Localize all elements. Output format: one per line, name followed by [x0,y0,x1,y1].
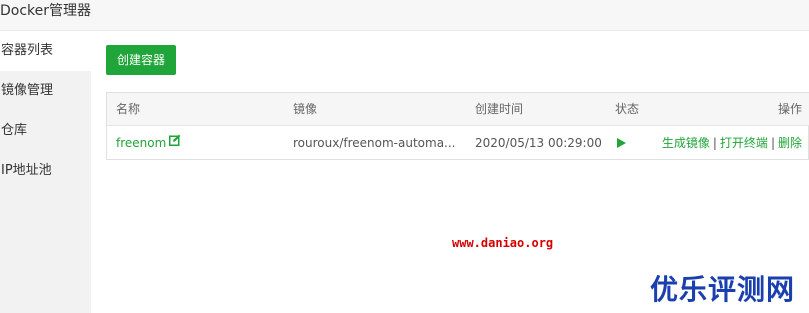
delete-link[interactable]: 删除 [778,136,802,150]
container-name-link[interactable]: freenom [116,136,166,150]
app-title: Docker管理器 [0,3,92,19]
generate-image-link[interactable]: 生成镜像 [662,136,710,150]
table-row: freenom rouroux/freenom-automa... 2020/0… [107,126,809,160]
column-header-image: 镜像 [293,102,318,116]
watermark-url: www.daniao.org [452,236,554,250]
sidebar-item-ip-pool[interactable]: IP地址池 [0,151,91,191]
column-header-created: 创建时间 [475,102,524,116]
row-actions: 生成镜像 | 打开终端 | 删除 [662,126,802,160]
action-separator: | [712,136,717,150]
container-image-cell: rouroux/freenom-automa... [293,136,456,150]
edit-icon[interactable] [169,125,181,159]
action-separator: | [770,136,775,150]
create-container-button[interactable]: 创建容器 [106,45,176,75]
table-header: 名称 镜像 创建时间 状态 操作 [107,93,809,126]
column-header-name: 名称 [116,102,141,116]
sidebar: 容器列表 镜像管理 仓库 IP地址池 [0,31,91,313]
sidebar-item-container-list[interactable]: 容器列表 [0,31,91,71]
open-terminal-link[interactable]: 打开终端 [720,136,768,150]
sidebar-item-repository[interactable]: 仓库 [0,111,91,151]
watermark-brand: 优乐评测网 [650,273,796,306]
container-table: 名称 镜像 创建时间 状态 操作 freenom rouroux/freenom… [106,92,809,160]
column-header-actions: 操作 [777,102,802,116]
app-header: Docker管理器 [0,0,809,31]
sidebar-item-image-management[interactable]: 镜像管理 [0,71,91,111]
play-icon[interactable] [617,138,626,148]
column-header-status: 状态 [615,102,640,116]
container-name-cell: freenom [116,126,181,160]
container-created-cell: 2020/05/13 00:29:00 [475,136,602,150]
